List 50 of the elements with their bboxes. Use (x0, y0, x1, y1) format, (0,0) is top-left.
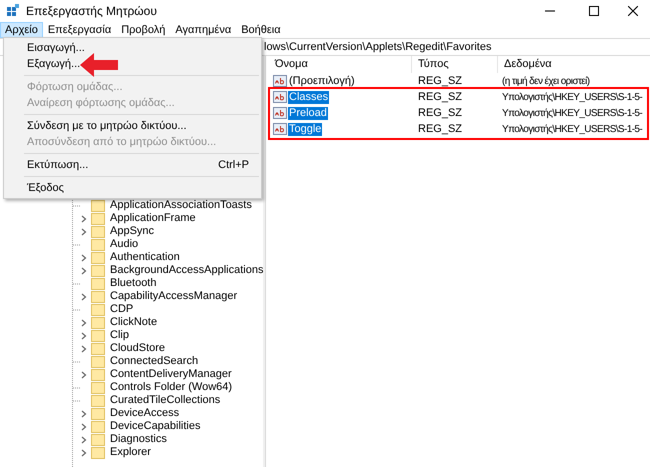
table-cell-text: REG_SZ (417, 122, 464, 137)
table-cell-text: REG_SZ (417, 74, 464, 89)
table-cell-text: (η τιμή δεν έχει οριστεί) (501, 74, 590, 88)
column-header[interactable]: Τύπος (412, 56, 498, 73)
tree-item[interactable]: CloudStore (110, 343, 166, 354)
tree-item[interactable]: CapabilityAccessManager (110, 291, 238, 302)
menu-entry[interactable]: Εκτύπωση... Ctrl+P (4, 157, 261, 173)
tree-item[interactable]: BackgroundAccessApplications (110, 265, 264, 276)
value-name[interactable]: Toggle (288, 122, 322, 136)
tree-item[interactable]: Explorer (110, 447, 151, 458)
menu-item[interactable]: Επεξεργασία (42, 22, 116, 38)
tree-item[interactable]: DeviceAccess (110, 408, 180, 419)
menu-entry[interactable]: Εισαγωγή... (4, 40, 261, 56)
menu-item[interactable]: Προβολή (116, 22, 170, 38)
value-name[interactable]: Classes (288, 90, 330, 104)
menu-entry[interactable]: Έξοδος (4, 180, 261, 196)
table-cell-text: REG_SZ (417, 106, 464, 121)
menu-item[interactable]: Αρχείο (0, 22, 43, 38)
menu-entry[interactable]: Σύνδεση με το μητρώο δικτύου... (4, 118, 261, 134)
shortcut-label: Ctrl+P (218, 158, 249, 173)
value-name[interactable]: (Προεπιλογή) (288, 74, 356, 88)
tree-item[interactable]: AppSync (110, 226, 154, 237)
table-cell-text: Υπολογιστής\HKEY_USERS\S-1-5- (501, 106, 642, 120)
tree-item[interactable]: ApplicationFrame (110, 213, 196, 224)
tree-item[interactable]: CuratedTileCollections (110, 395, 220, 406)
tree-item[interactable]: ContentDeliveryManager (110, 369, 232, 380)
menu-entry: Αποσύνδεση από το μητρώο δικτύου... (26, 134, 218, 150)
tree-item[interactable]: Controls Folder (Wow64) (110, 382, 232, 393)
menu-entry[interactable]: Εξαγωγή... (4, 56, 261, 72)
menu-entry: Φόρτωση ομάδας... (26, 80, 124, 95)
tree-item[interactable]: ApplicationAssociationToasts (110, 200, 252, 211)
table-cell-text: Υπολογιστής\HKEY_USERS\S-1-5- (501, 90, 642, 104)
tree-item[interactable]: ClickNote (110, 317, 158, 328)
tree-item[interactable]: DeviceCapabilities (110, 421, 200, 432)
column-header[interactable]: Δεδομένα (498, 56, 650, 73)
menu-item[interactable]: Βοήθεια (236, 22, 286, 38)
tree-item[interactable]: Audio (110, 239, 138, 250)
tree-item[interactable]: Clip (110, 330, 129, 341)
window-title: Επεξεργαστής Μητρώου (26, 3, 157, 20)
value-name[interactable]: Preload (288, 106, 328, 120)
tree-item[interactable]: Bluetooth (110, 278, 156, 289)
tree-item[interactable]: Diagnostics (110, 434, 167, 445)
tree-item[interactable]: Authentication (110, 252, 180, 263)
menu-entry: Αναίρεση φόρτωσης ομάδας... (26, 96, 176, 111)
tree-item[interactable]: CDP (110, 304, 134, 315)
table-cell-text: Υπολογιστής\HKEY_USERS\S-1-5- (501, 122, 642, 136)
column-header[interactable]: Όνομα (269, 56, 412, 73)
table-cell-text: REG_SZ (417, 90, 464, 105)
menu-item[interactable]: Αγαπημένα (170, 22, 236, 38)
tree-item[interactable]: ConnectedSearch (110, 356, 198, 367)
